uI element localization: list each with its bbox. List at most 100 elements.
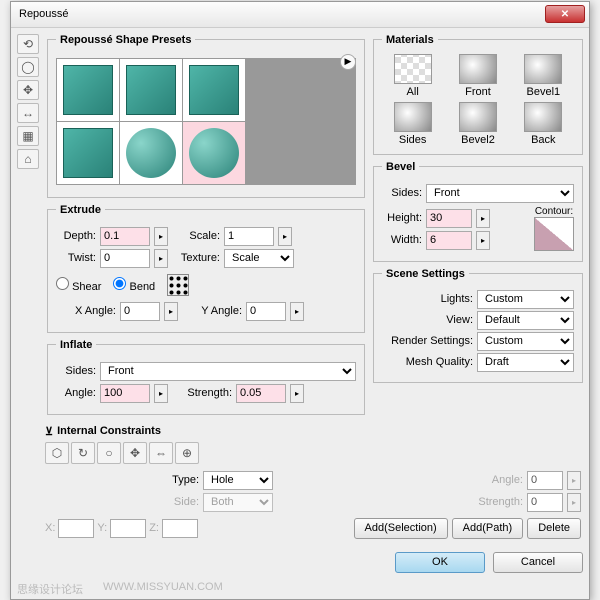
material-back[interactable]: Back	[513, 102, 574, 146]
inflate-sides-label: Sides:	[56, 365, 96, 377]
texture-select[interactable]: Scale	[224, 249, 294, 268]
preset-item[interactable]	[183, 59, 245, 121]
inflate-strength-label: Strength:	[172, 387, 232, 399]
ic-tool-6-icon[interactable]: ⊕	[175, 442, 199, 464]
delete-button[interactable]: Delete	[527, 518, 581, 539]
ic-x-input	[58, 519, 94, 538]
bevel-height-input[interactable]	[426, 209, 472, 228]
shear-radio[interactable]: Shear	[56, 277, 101, 293]
inflate-angle-input[interactable]	[100, 384, 150, 403]
add-selection-button[interactable]: Add(Selection)	[354, 518, 448, 539]
materials-fieldset: Materials All Front Bevel1 Sides Bevel2 …	[373, 34, 583, 155]
presets-grid	[56, 58, 356, 185]
ic-angle-input	[527, 471, 563, 490]
ic-tool-3-icon[interactable]: ○	[97, 442, 121, 464]
move-tool-icon[interactable]: ✥	[17, 80, 39, 100]
inflate-angle-stepper[interactable]: ▸	[154, 384, 168, 403]
yangle-stepper[interactable]: ▸	[290, 302, 304, 321]
bevel-height-label: Height:	[382, 212, 422, 224]
extrude-fieldset: Extrude Depth: ▸ Scale: ▸ Twist: ▸ Textu…	[47, 204, 365, 333]
ic-type-label: Type:	[165, 474, 199, 486]
material-bevel1[interactable]: Bevel1	[513, 54, 574, 98]
ic-legend: Internal Constraints	[57, 425, 161, 437]
cancel-button[interactable]: Cancel	[493, 552, 583, 573]
twist-stepper[interactable]: ▸	[154, 249, 168, 268]
pattern-icon[interactable]	[167, 274, 189, 296]
bevel-width-label: Width:	[382, 234, 422, 246]
lights-select[interactable]: Custom	[477, 290, 574, 309]
ic-y-input	[110, 519, 146, 538]
bevel-width-stepper[interactable]: ▸	[476, 231, 490, 250]
view-select[interactable]: Default	[477, 311, 574, 330]
ic-tool-2-icon[interactable]: ↻	[71, 442, 95, 464]
depth-input[interactable]	[100, 227, 150, 246]
ic-tool-4-icon[interactable]: ✥	[123, 442, 147, 464]
ic-side-select: Both	[203, 493, 273, 512]
material-front[interactable]: Front	[447, 54, 508, 98]
material-bevel2[interactable]: Bevel2	[447, 102, 508, 146]
inflate-sides-select[interactable]: Front	[100, 362, 356, 381]
home-tool-icon[interactable]: ⌂	[17, 149, 39, 169]
twist-label: Twist:	[56, 252, 96, 264]
bevel-width-input[interactable]	[426, 231, 472, 250]
presets-legend: Repoussé Shape Presets	[56, 34, 195, 46]
watermark-right: WWW.MISSYUAN.COM	[103, 581, 223, 597]
orbit-tool-icon[interactable]: ◯	[17, 57, 39, 77]
ic-angle-label: Angle:	[473, 474, 523, 486]
yangle-input[interactable]	[246, 302, 286, 321]
twist-input[interactable]	[100, 249, 150, 268]
materials-legend: Materials	[382, 34, 438, 46]
preset-item[interactable]	[120, 59, 182, 121]
texture-label: Texture:	[180, 252, 220, 264]
xangle-input[interactable]	[120, 302, 160, 321]
material-sides[interactable]: Sides	[382, 102, 443, 146]
ic-tool-1-icon[interactable]: ⬡	[45, 442, 69, 464]
bevel-sides-label: Sides:	[382, 187, 422, 199]
rotate-tool-icon[interactable]: ⟲	[17, 34, 39, 54]
depth-stepper[interactable]: ▸	[154, 227, 168, 246]
contour-picker[interactable]	[534, 217, 574, 251]
xangle-label: X Angle:	[56, 305, 116, 317]
ic-toolbar: ⬡ ↻ ○ ✥ ⇔ ⊕	[45, 442, 581, 464]
render-select[interactable]: Custom	[477, 332, 574, 351]
ic-y-label: Y:	[97, 522, 107, 534]
presets-fieldset: Repoussé Shape Presets ▶	[47, 34, 365, 198]
bevel-height-stepper[interactable]: ▸	[476, 209, 490, 228]
material-all[interactable]: All	[382, 54, 443, 98]
bevel-fieldset: Bevel Sides: Front Height: ▸	[373, 161, 583, 262]
scale-tool-icon[interactable]: ▦	[17, 126, 39, 146]
ok-button[interactable]: OK	[395, 552, 485, 573]
scale-stepper[interactable]: ▸	[278, 227, 292, 246]
scale-label: Scale:	[180, 230, 220, 242]
preset-item[interactable]	[120, 122, 182, 184]
preset-item[interactable]	[57, 122, 119, 184]
bend-radio[interactable]: Bend	[113, 277, 155, 293]
presets-flyout-icon[interactable]: ▶	[340, 54, 356, 70]
preset-item-selected[interactable]	[183, 122, 245, 184]
ic-strength-stepper: ▸	[567, 493, 581, 512]
pan-tool-icon[interactable]: ↔	[17, 103, 39, 123]
inflate-legend: Inflate	[56, 339, 96, 351]
mesh-label: Mesh Quality:	[382, 356, 477, 368]
add-path-button[interactable]: Add(Path)	[452, 518, 524, 539]
bevel-legend: Bevel	[382, 161, 419, 173]
scale-input[interactable]	[224, 227, 274, 246]
close-button[interactable]: ✕	[545, 5, 585, 23]
view-label: View:	[382, 314, 477, 326]
inflate-fieldset: Inflate Sides: Front Angle: ▸ Strength: …	[47, 339, 365, 415]
inflate-strength-stepper[interactable]: ▸	[290, 384, 304, 403]
ic-type-select[interactable]: Hole	[203, 471, 273, 490]
ic-z-input	[162, 519, 198, 538]
preset-item[interactable]	[57, 59, 119, 121]
inflate-strength-input[interactable]	[236, 384, 286, 403]
xangle-stepper[interactable]: ▸	[164, 302, 178, 321]
scene-fieldset: Scene Settings Lights:Custom View:Defaul…	[373, 268, 583, 383]
render-label: Render Settings:	[382, 335, 477, 347]
lights-label: Lights:	[382, 293, 477, 305]
inflate-angle-label: Angle:	[56, 387, 96, 399]
ic-tool-5-icon[interactable]: ⇔	[149, 442, 173, 464]
bevel-sides-select[interactable]: Front	[426, 184, 574, 203]
dialog-window: Repoussé ✕ ⟲ ◯ ✥ ↔ ▦ ⌂ Repoussé Shape Pr…	[10, 1, 590, 600]
chevron-up-icon[interactable]: ⊻	[45, 425, 53, 438]
mesh-select[interactable]: Draft	[477, 353, 574, 372]
